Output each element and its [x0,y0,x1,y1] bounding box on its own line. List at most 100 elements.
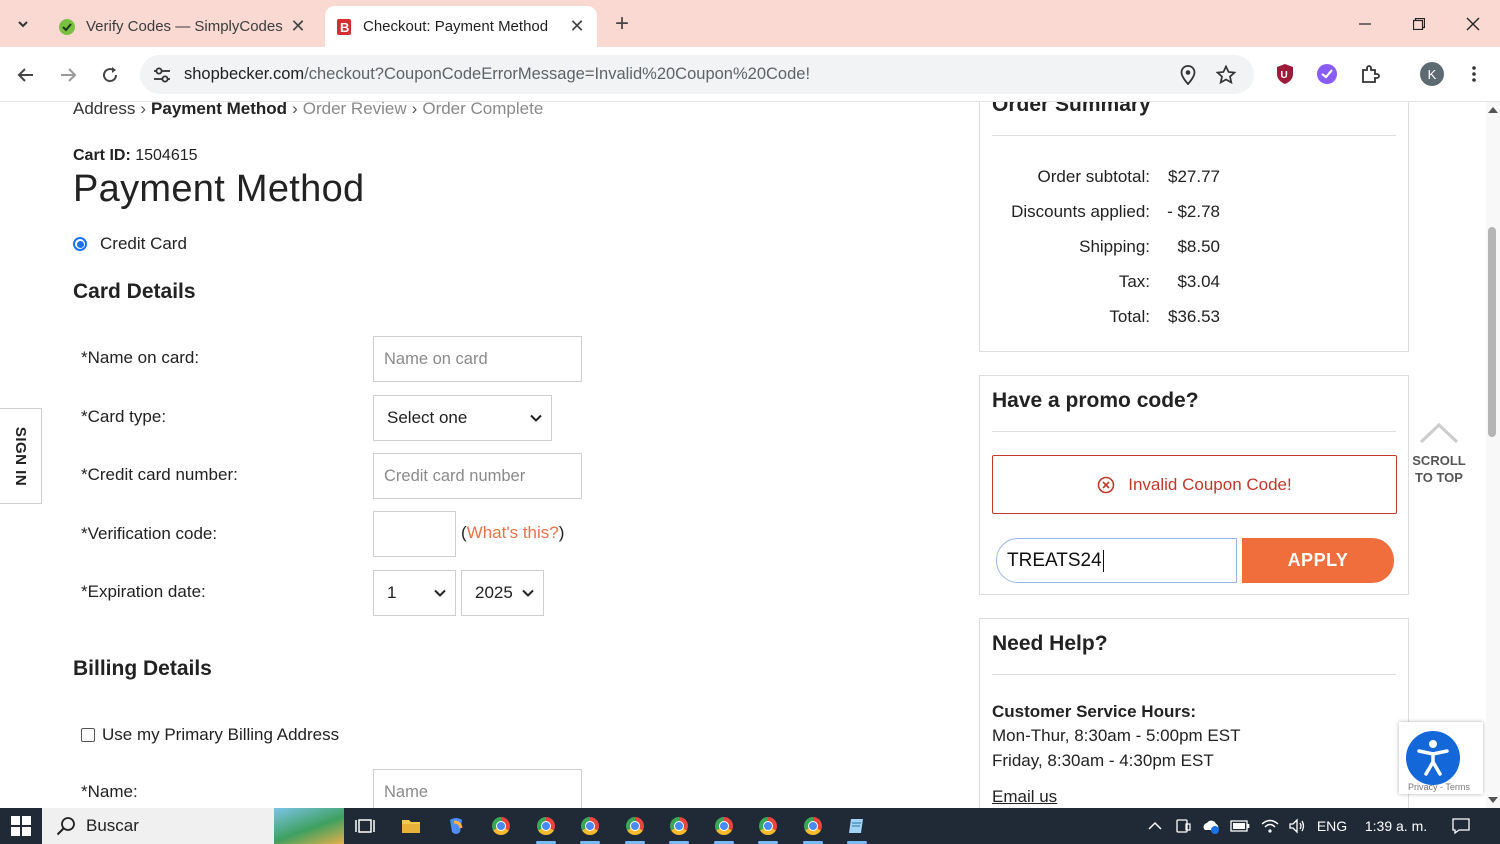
close-window-button[interactable] [1446,0,1500,47]
card-type-select[interactable]: Select one [373,395,552,441]
simplycodes-extension-icon[interactable] [1314,61,1340,87]
chevron-up-icon[interactable] [1144,808,1166,844]
volume-icon[interactable] [1285,808,1309,844]
url-text: shopbecker.com/checkout?CouponCodeErrorM… [184,65,810,84]
tab-search-button[interactable] [8,9,38,39]
exp-year-value: 2025 [475,583,513,602]
scroll-up-arrow[interactable] [1488,107,1498,113]
chrome-icon[interactable] [661,812,697,844]
profile-avatar[interactable]: K [1420,62,1444,86]
battery-icon[interactable] [1228,808,1252,844]
need-help-panel: Need Help? Customer Service Hours: Mon-T… [979,618,1409,808]
onedrive-icon[interactable] [1199,808,1223,844]
chrome-icon[interactable] [572,812,608,844]
breadcrumb-complete: Order Complete [422,102,544,118]
arrow-right-icon [61,68,77,82]
tab-checkout[interactable]: B Checkout: Payment Method ✕ [325,6,597,47]
cart-id: Cart ID: 1504615 [73,147,198,165]
card-number-label: *Credit card number: [81,465,238,484]
summary-row-tax: Tax: $3.04 [980,272,1410,296]
expiration-date-label: *Expiration date: [81,582,206,601]
text-caret [1102,549,1104,572]
file-explorer-icon[interactable] [393,812,429,840]
promo-code-panel: Have a promo code? Invalid Coupon Code! … [979,375,1409,595]
star-icon[interactable] [1214,63,1238,87]
breadcrumb-address[interactable]: Address [73,102,135,118]
radio-selected[interactable] [73,237,87,251]
page-title: Payment Method [73,168,365,210]
divider [992,431,1396,432]
simplycodes-favicon [58,18,76,36]
close-icon[interactable]: ✕ [286,15,310,39]
reload-button[interactable] [94,59,126,91]
page-scrollbar[interactable] [1486,102,1500,808]
copilot-icon[interactable] [438,812,474,840]
promo-code-input[interactable]: TREATS24 [996,538,1237,583]
chrome-logo [715,817,733,835]
tab-simplycodes[interactable]: Verify Codes — SimplyCodes ✕ [48,6,318,47]
address-bar[interactable]: shopbecker.com/checkout?CouponCodeErrorM… [140,55,1254,94]
arrow-left-icon [17,68,33,82]
chrome-icon[interactable] [750,812,786,844]
ublock-extension-icon[interactable]: U [1272,61,1298,87]
location-pin-icon[interactable] [1176,63,1200,87]
new-tab-button[interactable]: + [608,10,636,38]
use-primary-billing-option[interactable]: Use my Primary Billing Address [81,725,339,745]
sign-in-side-tab[interactable]: SIGN IN [0,408,42,504]
summary-label: Total: [1109,307,1150,326]
restore-button[interactable] [1392,0,1446,47]
card-number-input[interactable]: Credit card number [373,453,582,499]
accessibility-button[interactable] [1406,731,1460,785]
chrome-icon[interactable] [483,812,519,840]
taskbar-search[interactable]: Buscar [42,808,344,844]
clock[interactable]: 1:39 a. m. [1358,808,1434,844]
start-button[interactable] [0,808,42,844]
email-us-link[interactable]: Email us [992,787,1057,807]
chrome-logo [537,817,555,835]
site-info-icon[interactable] [150,63,174,87]
exp-year-select[interactable]: 2025 [461,570,544,616]
scroll-down-arrow[interactable] [1488,797,1498,803]
scrollbar-thumb[interactable] [1488,227,1496,437]
apply-button[interactable]: APPLY [1242,538,1394,583]
chrome-icon[interactable] [617,812,653,844]
minimize-button[interactable] [1338,0,1392,47]
accessibility-icon [1417,740,1449,776]
forward-button[interactable] [52,59,84,91]
scroll-to-top-button[interactable]: SCROLL TO TOP [1408,422,1470,486]
chrome-logo [581,817,599,835]
billing-name-input[interactable]: Name [373,769,582,808]
whats-this-link[interactable]: What's this? [467,523,559,542]
extensions-puzzle-icon[interactable] [1357,61,1383,87]
back-button[interactable] [10,59,42,91]
summary-label: Shipping: [1079,237,1150,256]
url-host: shopbecker.com [184,65,305,83]
name-on-card-input[interactable]: Name on card [373,336,582,382]
checkbox[interactable] [81,728,95,742]
wifi-icon[interactable] [1258,808,1282,844]
verification-code-input[interactable] [373,511,456,557]
chrome-icon[interactable] [528,812,564,844]
close-icon[interactable]: ✕ [565,15,589,39]
notifications-icon[interactable] [1448,808,1474,844]
device-icon[interactable] [1172,808,1194,844]
recaptcha-text[interactable]: Privacy - Terms [1408,782,1470,792]
menu-kebab-icon[interactable] [1462,61,1486,87]
chrome-icon[interactable] [706,812,742,844]
summary-label: Order subtotal: [1037,167,1150,186]
help-heading: Need Help? [992,632,1108,655]
error-circle-icon [1097,476,1115,494]
task-view-icon[interactable] [347,812,383,840]
divider [992,674,1396,675]
chrome-icon[interactable] [795,812,831,844]
breadcrumb-review: Order Review [302,102,407,118]
notepad-icon[interactable] [839,812,875,844]
exp-month-select[interactable]: 1 [373,570,456,616]
credit-card-option[interactable]: Credit Card [73,234,187,254]
language-indicator[interactable]: ENG [1314,808,1350,844]
service-hours-label: Customer Service Hours: [992,702,1197,721]
breadcrumb-separator: › [140,102,147,118]
chrome-logo [759,817,777,835]
summary-row-total: Total: $36.53 [980,307,1410,331]
browser-tabstrip: Verify Codes — SimplyCodes ✕ B Checkout:… [0,0,1500,47]
